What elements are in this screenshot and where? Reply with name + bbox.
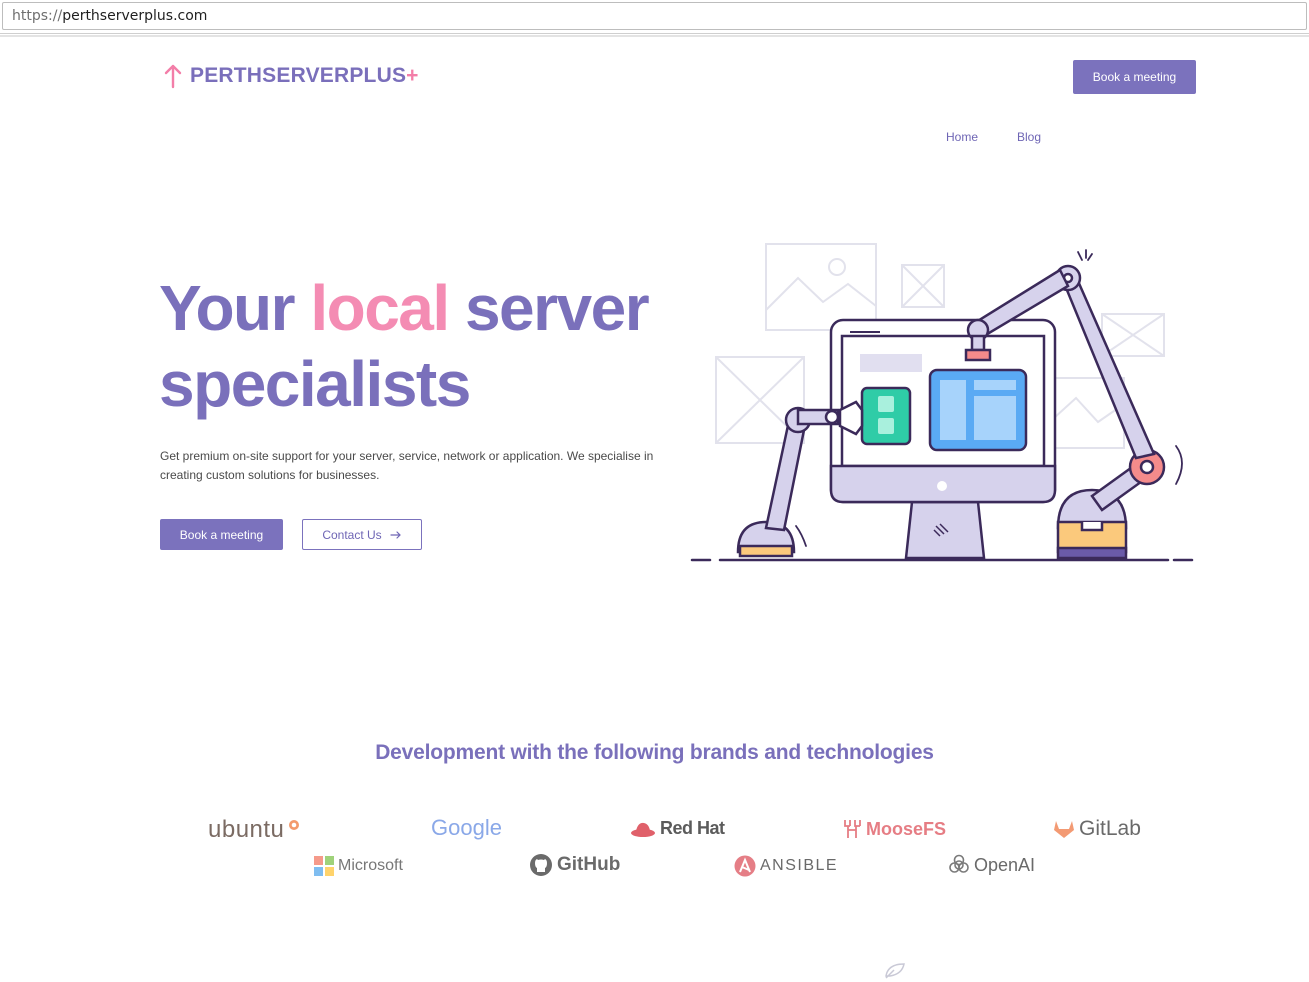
url-text[interactable]: https://perthserverplus.com bbox=[12, 8, 207, 24]
hero-heading-accent: local bbox=[310, 272, 450, 344]
nav-blog-link[interactable]: Blog bbox=[1017, 130, 1041, 144]
hero-heading-line2: specialists bbox=[159, 348, 471, 420]
contact-us-label: Contact Us bbox=[322, 527, 382, 542]
brand-ansible-label: ANSIBLE bbox=[760, 857, 839, 874]
site-logo[interactable]: PERTHSERVERPLUS+ bbox=[164, 63, 419, 89]
microsoft-icon bbox=[314, 856, 334, 876]
brand-ubuntu: ubuntu bbox=[208, 816, 300, 844]
ubuntu-icon bbox=[289, 820, 300, 830]
brand-microsoft: Microsoft bbox=[314, 856, 403, 876]
github-icon bbox=[530, 854, 552, 876]
hero-book-meeting-button[interactable]: Book a meeting bbox=[160, 519, 283, 550]
brand-gitlab: GitLab bbox=[1053, 817, 1141, 841]
brand-gitlab-label: GitLab bbox=[1079, 817, 1141, 840]
brands-heading: Development with the following brands an… bbox=[375, 741, 934, 764]
nav-home-link[interactable]: Home bbox=[946, 130, 978, 144]
hero-illustration bbox=[690, 243, 1194, 562]
arrow-right-icon bbox=[390, 530, 401, 539]
gitlab-icon bbox=[1054, 821, 1074, 838]
brand-google-label: Google bbox=[431, 815, 502, 840]
header-book-meeting-button[interactable]: Book a meeting bbox=[1073, 60, 1196, 94]
moose-icon bbox=[844, 820, 861, 838]
hero-heading-line1: Your local server bbox=[159, 270, 650, 346]
brand-google: Google bbox=[431, 815, 502, 841]
hero-description: Get premium on-site support for your ser… bbox=[160, 447, 660, 485]
browser-address-bar[interactable]: https://perthserverplus.com bbox=[0, 0, 1309, 34]
hero-description-line2: creating custom solutions for businesses… bbox=[160, 468, 380, 482]
leaf-decoration-icon bbox=[885, 963, 905, 979]
url-field[interactable]: https://perthserverplus.com bbox=[2, 2, 1307, 30]
brand-ansible: ANSIBLE bbox=[734, 855, 838, 877]
brand-moosefs-label: MooseFS bbox=[866, 818, 947, 839]
image-placeholder-frame bbox=[765, 243, 877, 331]
address-bar-divider bbox=[0, 35, 1309, 37]
arrow-up-icon bbox=[164, 64, 182, 89]
brand-redhat-label: Red Hat bbox=[660, 818, 725, 838]
brand-openai-label: OpenAI bbox=[974, 854, 1036, 875]
hero-contact-us-button[interactable]: Contact Us bbox=[302, 519, 422, 550]
logo-plus: + bbox=[406, 64, 419, 87]
brand-github-label: GitHub bbox=[557, 854, 621, 875]
openai-icon bbox=[949, 854, 969, 873]
brand-microsoft-label: Microsoft bbox=[338, 857, 403, 874]
logo-text: PERTHSERVERPLUS+ bbox=[190, 64, 419, 88]
brand-github: GitHub bbox=[529, 853, 620, 877]
brand-moosefs: MooseFS bbox=[842, 818, 946, 840]
hero-heading: Your local server specialists bbox=[159, 270, 650, 422]
hero-heading-part1: Your bbox=[159, 272, 311, 344]
hero-heading-part2: server bbox=[448, 272, 650, 344]
brand-openai: OpenAI bbox=[948, 854, 1035, 876]
brand-ubuntu-label: ubuntu bbox=[208, 816, 285, 843]
brand-redhat: Red Hat bbox=[630, 818, 725, 839]
hero-description-line1: Get premium on-site support for your ser… bbox=[160, 449, 654, 463]
ansible-icon bbox=[734, 855, 756, 877]
redhat-icon bbox=[631, 822, 655, 837]
url-host: perthserverplus.com bbox=[62, 8, 208, 24]
url-scheme: https:// bbox=[12, 8, 63, 24]
logo-wordmark: PERTHSERVERPLUS bbox=[190, 64, 407, 87]
